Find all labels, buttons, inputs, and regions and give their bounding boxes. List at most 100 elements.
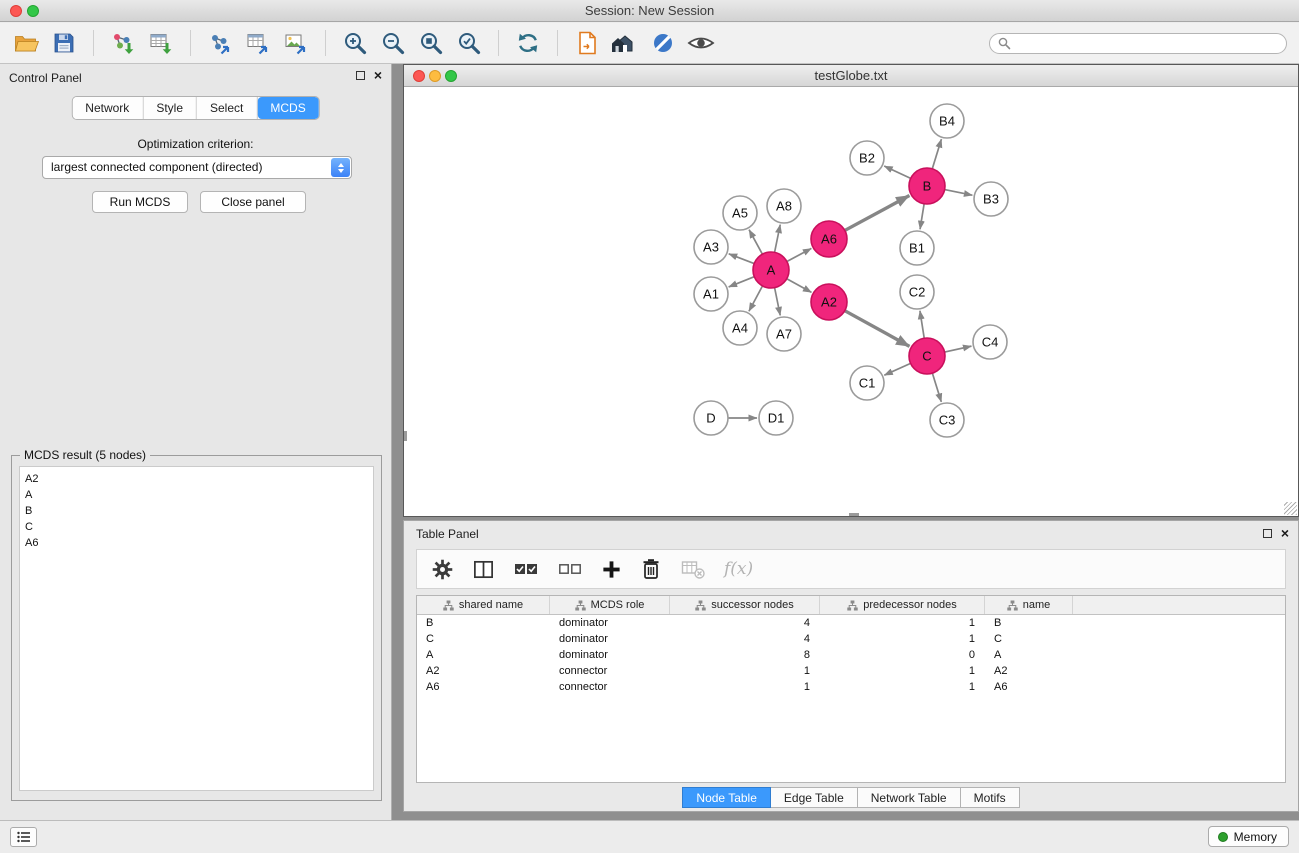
node-A6[interactable]: A6	[811, 221, 847, 257]
table-row[interactable]: A6connector11A6	[417, 679, 1285, 695]
close-panel-icon[interactable]: ×	[374, 69, 382, 81]
node-A8[interactable]: A8	[767, 189, 801, 223]
edge-A-A2[interactable]	[787, 279, 812, 293]
save-session-button[interactable]	[48, 27, 80, 59]
node-C[interactable]: C	[909, 338, 945, 374]
optimization-criterion-select[interactable]: largest connected component (directed)	[42, 156, 352, 179]
edge-A-A3[interactable]	[729, 254, 754, 264]
refresh-view-button[interactable]	[512, 27, 544, 59]
edge-C-C2[interactable]	[920, 311, 924, 338]
zoom-fit-button[interactable]	[453, 27, 485, 59]
result-item[interactable]: A	[25, 487, 368, 503]
node-D1[interactable]: D1	[759, 401, 793, 435]
tab-network[interactable]: Network	[72, 97, 143, 119]
node-D[interactable]: D	[694, 401, 728, 435]
show-details-button[interactable]	[685, 27, 717, 59]
network-canvas[interactable]: B4B2BB3A5A8A6A3B1AC2A1A2A4A7C4CC1C3DD1	[404, 87, 1298, 516]
edge-A-A7[interactable]	[775, 288, 781, 316]
home-button[interactable]	[609, 27, 641, 59]
float-panel-icon[interactable]	[356, 71, 365, 80]
tab-select[interactable]: Select	[197, 97, 257, 119]
column-header-name[interactable]: name	[985, 596, 1073, 614]
tab-mcds[interactable]: MCDS	[257, 97, 318, 119]
node-A3[interactable]: A3	[694, 230, 728, 264]
node-C2[interactable]: C2	[900, 275, 934, 309]
result-item[interactable]: A6	[25, 535, 368, 551]
function-builder-button[interactable]: f(x)	[724, 559, 753, 579]
table-row[interactable]: Bdominator41B	[417, 615, 1285, 631]
deselect-all-button[interactable]	[557, 557, 583, 581]
import-network-button[interactable]	[107, 27, 139, 59]
table-row[interactable]: Adominator80A	[417, 647, 1285, 663]
run-mcds-button[interactable]: Run MCDS	[92, 191, 188, 213]
node-B2[interactable]: B2	[850, 141, 884, 175]
edge-A-A8[interactable]	[775, 225, 781, 253]
net-minimize-button[interactable]	[429, 70, 441, 82]
select-all-button[interactable]	[513, 557, 539, 581]
mcds-result-list[interactable]: A2ABCA6	[19, 466, 374, 791]
add-row-button[interactable]	[601, 559, 622, 580]
edge-A-A5[interactable]	[749, 230, 762, 254]
hide-details-button[interactable]	[647, 27, 679, 59]
import-table-button[interactable]	[145, 27, 177, 59]
node-A4[interactable]: A4	[723, 311, 757, 345]
edge-A-A6[interactable]	[787, 248, 811, 261]
node-C1[interactable]: C1	[850, 366, 884, 400]
tab-motifs[interactable]: Motifs	[961, 787, 1020, 808]
export-table-button[interactable]	[242, 27, 274, 59]
edge-C-C1[interactable]	[884, 363, 910, 375]
edge-B-B4[interactable]	[932, 139, 941, 169]
result-item[interactable]: C	[25, 519, 368, 535]
table-row[interactable]: A2connector11A2	[417, 663, 1285, 679]
column-header-mcds-role[interactable]: MCDS role	[550, 596, 670, 614]
edge-B-B2[interactable]	[884, 166, 910, 178]
memory-button[interactable]: Memory	[1208, 826, 1289, 847]
result-item[interactable]: B	[25, 503, 368, 519]
zoom-in-button[interactable]	[339, 27, 371, 59]
edge-A-A4[interactable]	[749, 286, 763, 311]
scroll-tick-left[interactable]	[404, 431, 407, 441]
result-item[interactable]: A2	[25, 471, 368, 487]
close-panel-button[interactable]: Close panel	[200, 191, 306, 213]
delete-row-button[interactable]	[640, 557, 662, 581]
tab-style[interactable]: Style	[143, 97, 197, 119]
node-B3[interactable]: B3	[974, 182, 1008, 216]
scroll-tick-bottom[interactable]	[849, 513, 859, 516]
edge-A-A1[interactable]	[729, 277, 755, 287]
node-A2[interactable]: A2	[811, 284, 847, 320]
edge-A6-B[interactable]	[845, 196, 910, 231]
edge-B-B3[interactable]	[945, 190, 973, 196]
search-input[interactable]	[989, 33, 1287, 54]
zoom-selected-button[interactable]	[415, 27, 447, 59]
node-A7[interactable]: A7	[767, 317, 801, 351]
table-row[interactable]: Cdominator41C	[417, 631, 1285, 647]
node-B[interactable]: B	[909, 168, 945, 204]
node-B4[interactable]: B4	[930, 104, 964, 138]
edge-B-B1[interactable]	[920, 204, 924, 229]
node-C4[interactable]: C4	[973, 325, 1007, 359]
show-panels-button[interactable]	[10, 827, 37, 847]
node-A[interactable]: A	[753, 252, 789, 288]
tab-network-table[interactable]: Network Table	[858, 787, 961, 808]
edge-C-C4[interactable]	[945, 346, 972, 352]
open-session-button[interactable]	[10, 27, 42, 59]
edge-A2-C[interactable]	[845, 311, 910, 347]
node-B1[interactable]: B1	[900, 231, 934, 265]
zoom-out-button[interactable]	[377, 27, 409, 59]
tab-edge-table[interactable]: Edge Table	[771, 787, 858, 808]
network-file-button[interactable]	[571, 27, 603, 59]
float-table-panel-icon[interactable]	[1263, 529, 1272, 538]
show-columns-button[interactable]	[472, 558, 495, 581]
delete-table-button[interactable]	[680, 557, 706, 581]
close-table-panel-icon[interactable]: ×	[1281, 527, 1289, 539]
column-header-shared-name[interactable]: shared name	[417, 596, 550, 614]
network-window-titlebar[interactable]: testGlobe.txt	[404, 65, 1298, 87]
export-image-button[interactable]	[280, 27, 312, 59]
node-C3[interactable]: C3	[930, 403, 964, 437]
net-close-button[interactable]	[413, 70, 425, 82]
resize-grip-icon[interactable]	[1284, 502, 1297, 515]
net-zoom-button[interactable]	[445, 70, 457, 82]
node-A5[interactable]: A5	[723, 196, 757, 230]
export-network-button[interactable]	[204, 27, 236, 59]
edge-C-C3[interactable]	[932, 373, 941, 402]
